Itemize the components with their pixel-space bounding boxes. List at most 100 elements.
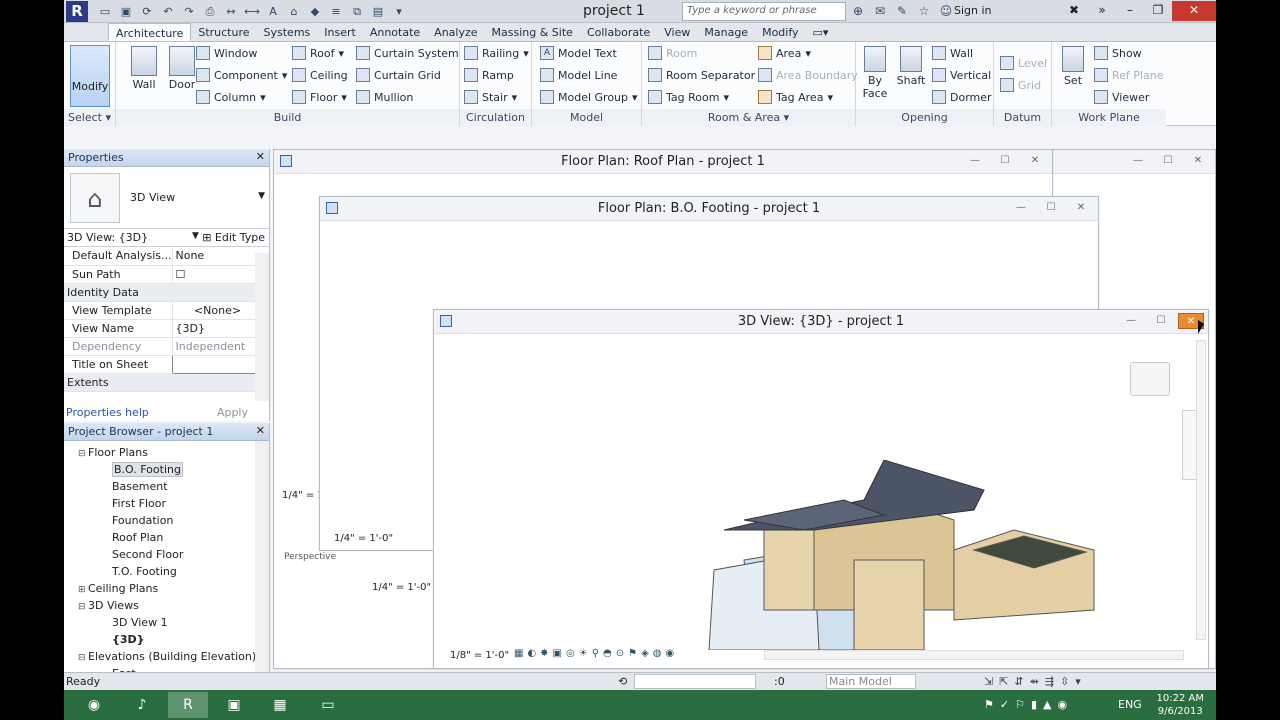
3d-view-horizontal-scrollbar[interactable] [764,650,1184,660]
group-extents[interactable]: Extents [64,373,260,392]
tree-item[interactable]: Roof Plan [64,529,269,546]
switch-windows-icon[interactable]: ▤ [369,3,387,20]
search-input[interactable]: Type a keyword or phrase [682,2,846,21]
shaft-button[interactable]: Shaft [894,46,928,87]
ref-plane-button[interactable]: Ref Plane [1094,68,1163,82]
vertical-opening-button[interactable]: Vertical [932,68,991,82]
instance-dropdown-icon[interactable]: ▼ [192,231,199,241]
area-button[interactable]: Area ▾ [758,46,811,60]
subscription-icon[interactable]: ✉ [872,3,888,19]
selection-filter-icons[interactable]: ⇲⇱⇵⇴⇶⇳▾ [984,675,1087,688]
itunes-taskbar-icon[interactable]: ♪ [122,692,162,718]
print-icon[interactable]: ⎙ [201,3,219,20]
viewer-button[interactable]: Viewer [1094,90,1149,104]
apply-button[interactable]: Apply [217,406,248,419]
tree-item[interactable]: {3D} [64,631,269,648]
tree-item[interactable]: ⊟ 3D Views [64,597,269,614]
thin-lines-icon[interactable]: ≡ [327,3,345,20]
close-properties-icon[interactable]: ✕ [256,150,265,163]
design-option-dropdown[interactable]: Main Model [826,674,916,689]
view-template-button[interactable]: <None> [171,301,260,320]
tab-massing-site[interactable]: Massing & Site [485,23,580,41]
dimension-icon[interactable]: ⟷ [243,3,261,20]
tab-view[interactable]: View [657,23,697,41]
bg-close-button[interactable]: ✕ [1185,153,1211,169]
curtain-system-button[interactable]: Curtain System [356,46,459,60]
open-icon[interactable]: ▭ [96,3,114,20]
3d-view-icon[interactable]: ⌂ [285,3,303,20]
prop-row[interactable]: View Template <None> [64,301,260,320]
column-button[interactable]: Column ▾ [196,90,266,104]
bo-footing-scale[interactable]: 1/4" = 1'-0" [334,533,393,544]
prop-row[interactable]: Sun Path ☐ [64,265,260,284]
user-icon[interactable]: ☺ [938,3,954,19]
chrome-taskbar-icon[interactable]: ◉ [74,692,114,718]
edit-type-button[interactable]: ⊞ Edit Type [202,231,265,244]
panel-room-area-label[interactable]: Room & Area ▾ [642,109,855,126]
tree-item[interactable]: ⊞ Ceiling Plans [64,580,269,597]
sign-in-link[interactable]: Sign in [954,4,992,17]
by-face-button[interactable]: By Face [860,46,890,100]
text-icon[interactable]: A [264,3,282,20]
view-control-bar[interactable]: ▦◐✸▣◎☀⚲◓⊙⚑◈◍◉ [514,648,678,659]
tree-item[interactable]: T.O. Footing [64,563,269,580]
tree-item[interactable]: First Floor [64,495,269,512]
railing-button[interactable]: Railing ▾ [464,46,529,60]
tag-room-button[interactable]: Tag Room ▾ [648,90,729,104]
title-on-sheet-field[interactable] [171,354,260,374]
section-icon[interactable]: ◆ [306,3,324,20]
close-browser-icon[interactable]: ✕ [256,424,265,437]
app-taskbar-icon[interactable]: ▦ [260,692,300,718]
room-separator-button[interactable]: Room Separator [648,68,755,82]
tab-insert[interactable]: Insert [317,23,363,41]
type-dropdown-icon[interactable]: ▼ [258,191,265,201]
ramp-button[interactable]: Ramp [464,68,514,82]
communication-icon[interactable]: ✎ [894,3,910,19]
sync-icon[interactable]: ⟳ [138,3,156,20]
tree-item[interactable]: Foundation [64,512,269,529]
tree-item[interactable]: B.O. Footing [64,461,269,478]
tree-item[interactable]: Second Floor [64,546,269,563]
group-identity-data[interactable]: Identity Data [64,283,260,302]
instance-filter[interactable]: 3D View: {3D} ▼ ⊞ Edit Type [64,229,269,247]
roof-plan-close-button[interactable]: ✕ [1022,153,1048,169]
tag-area-button[interactable]: Tag Area ▾ [758,90,833,104]
prop-row[interactable]: Default Analysis... None [64,247,260,266]
set-button[interactable]: Set [1056,46,1090,87]
3d-view-minimize-button[interactable]: — [1118,313,1144,329]
curtain-grid-button[interactable]: Curtain Grid [356,68,441,82]
maximize-button[interactable]: ❐ [1144,1,1172,21]
language-indicator[interactable]: ENG [1118,698,1142,711]
tree-item[interactable]: ⊟ Floor Plans [64,444,269,461]
area-boundary-button[interactable]: Area Boundary [758,68,858,82]
dormer-button[interactable]: Dormer [932,90,992,104]
stair-button[interactable]: Stair ▾ [464,90,517,104]
help-icon[interactable]: » [1088,1,1116,21]
undo-icon[interactable]: ↶ [159,3,177,20]
ribbon-display-toggle[interactable]: ▭▾ [806,23,836,41]
bg-maximize-button[interactable]: ☐ [1155,153,1181,169]
roof-plan-minimize-button[interactable]: — [962,153,988,169]
3d-view-vertical-scrollbar[interactable] [1196,340,1206,640]
minimize-button[interactable]: – [1116,1,1144,21]
grid-button[interactable]: Grid [1000,78,1041,92]
view-cube[interactable] [1130,362,1170,396]
type-selector[interactable]: ⌂ 3D View ▼ [64,167,269,229]
bg-minimize-button[interactable]: — [1125,153,1151,169]
measure-icon[interactable]: ↔ [222,3,240,20]
binoculars-icon[interactable]: ⊕ [850,3,866,19]
close-button[interactable]: ✕ [1172,1,1216,21]
tab-collaborate[interactable]: Collaborate [580,23,657,41]
system-clock[interactable]: 10:22 AM 9/6/2013 [1157,692,1204,718]
tree-item[interactable]: ⊟ Elevations (Building Elevation) [64,648,269,665]
ceiling-button[interactable]: Ceiling [292,68,348,82]
close-hidden-icon[interactable]: ⧉ [348,3,366,20]
wall-button[interactable]: Wall [124,46,164,91]
exchange-icon[interactable]: ✖ [1060,1,1088,21]
bo-footing-minimize-button[interactable]: — [1008,200,1034,216]
redo-icon[interactable]: ↷ [180,3,198,20]
model-text-button[interactable]: A Model Text [540,46,617,60]
mullion-button[interactable]: Mullion [356,90,413,104]
tab-annotate[interactable]: Annotate [363,23,427,41]
tab-analyze[interactable]: Analyze [427,23,484,41]
